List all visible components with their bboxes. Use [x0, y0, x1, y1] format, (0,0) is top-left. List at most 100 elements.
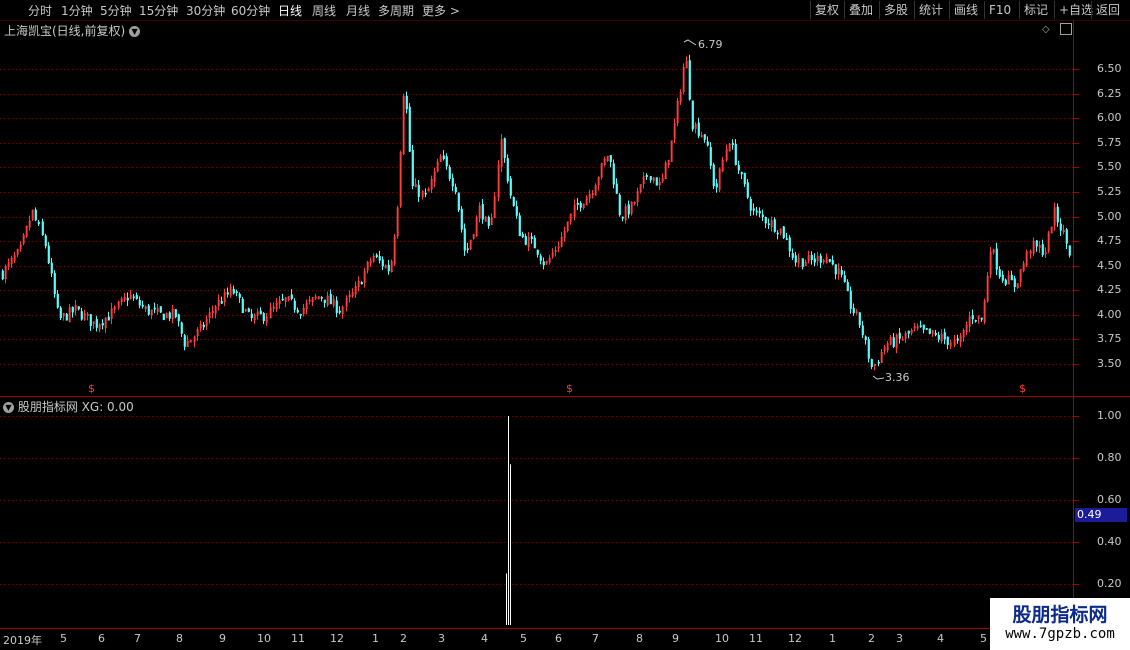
event-marker[interactable]: $ — [88, 382, 95, 395]
candle-body — [1056, 206, 1059, 223]
date-tick: 5 — [60, 632, 67, 645]
candle-body — [956, 338, 959, 341]
candle-body — [737, 165, 740, 171]
kline-chart — [0, 20, 1130, 629]
candle-body — [34, 209, 37, 221]
candle-body — [1041, 244, 1044, 255]
candle-body — [627, 204, 630, 215]
candle-body — [135, 295, 138, 299]
date-tick: 12 — [330, 632, 344, 645]
candle-body — [387, 264, 390, 272]
candle-body — [1065, 229, 1068, 244]
candle-body — [174, 309, 177, 318]
candle-body — [688, 60, 691, 100]
candle-body — [703, 134, 706, 140]
high-pointer — [683, 39, 697, 46]
candle-body — [53, 272, 56, 294]
date-tick: 9 — [672, 632, 679, 645]
candle-body — [293, 300, 296, 310]
candle-body — [411, 149, 414, 187]
candle-body — [238, 293, 241, 298]
candle-body — [77, 306, 80, 310]
candle-body — [487, 216, 490, 227]
candle-body — [764, 216, 767, 224]
candle-body — [247, 308, 250, 312]
candle-body — [424, 192, 427, 195]
candle-body — [335, 300, 338, 314]
candle-body — [65, 313, 68, 321]
candle-body — [706, 141, 709, 146]
date-tick: 3 — [896, 632, 903, 645]
candle-body — [177, 314, 180, 322]
date-tick: 10 — [257, 632, 271, 645]
candle-body — [442, 155, 445, 160]
candle-body — [831, 260, 834, 265]
candle-body — [381, 259, 384, 267]
candle-body — [460, 208, 463, 230]
candle-body — [89, 314, 92, 326]
candle-body — [621, 216, 624, 219]
candle-body — [813, 258, 816, 263]
candle-body — [801, 258, 804, 267]
candle-body — [618, 194, 621, 216]
candle-body — [819, 255, 822, 263]
candle-body — [971, 314, 974, 320]
candle-body — [773, 219, 776, 232]
candle-body — [877, 361, 880, 364]
date-tick: 7 — [592, 632, 599, 645]
date-tick: 2019年 — [3, 634, 42, 647]
candle-body — [481, 204, 484, 220]
candle-body — [1035, 240, 1038, 247]
candle-body — [126, 297, 129, 301]
price-tick: 5.50 — [1097, 160, 1122, 174]
candle-body — [861, 325, 864, 336]
candle-body — [299, 314, 302, 316]
candle-body — [843, 275, 846, 283]
candle-body — [752, 208, 755, 211]
date-tick: 7 — [134, 632, 141, 645]
candle-body — [980, 317, 983, 320]
candle-body — [329, 293, 332, 305]
indicator-value: XG: 0.00 — [81, 400, 134, 414]
date-tick: 8 — [176, 632, 183, 645]
candle-body — [776, 232, 779, 235]
candle-body — [101, 322, 104, 326]
candle-body — [518, 215, 521, 237]
candle-body — [943, 332, 946, 340]
date-tick: 1 — [829, 632, 836, 645]
candle-body — [153, 307, 156, 310]
candle-body — [466, 248, 469, 250]
candle-body — [849, 290, 852, 309]
candle-body — [870, 359, 873, 368]
price-tick: 3.75 — [1097, 332, 1122, 346]
candle-body — [925, 328, 928, 330]
date-tick: 8 — [636, 632, 643, 645]
candle-body — [609, 155, 612, 163]
price-tick: 3.50 — [1097, 357, 1122, 370]
date-tick: 1 — [372, 632, 379, 645]
event-marker[interactable]: $ — [1019, 382, 1026, 395]
candle-body — [791, 253, 794, 258]
candle-body — [509, 178, 512, 196]
candle-body — [612, 163, 615, 185]
date-tick: 2 — [400, 632, 407, 645]
candle-body — [80, 311, 83, 320]
event-marker[interactable]: $ — [566, 382, 573, 395]
candle-body — [746, 182, 749, 198]
candle-body — [226, 292, 229, 295]
candle-body — [44, 235, 47, 247]
candle-body — [539, 255, 542, 261]
chevron-down-icon[interactable]: ▼ — [3, 402, 14, 413]
candle-body — [743, 173, 746, 185]
candle-body — [220, 301, 223, 304]
candle-body — [451, 177, 454, 187]
candle-body — [180, 322, 183, 334]
date-tick: 12 — [788, 632, 802, 645]
candle-body — [995, 248, 998, 270]
candle-body — [378, 256, 381, 261]
candle-body — [767, 223, 770, 226]
price-tick: 4.00 — [1097, 307, 1122, 321]
high-price-label: 6.79 — [698, 38, 723, 51]
candle-body — [463, 228, 466, 251]
candle-body — [162, 313, 165, 321]
